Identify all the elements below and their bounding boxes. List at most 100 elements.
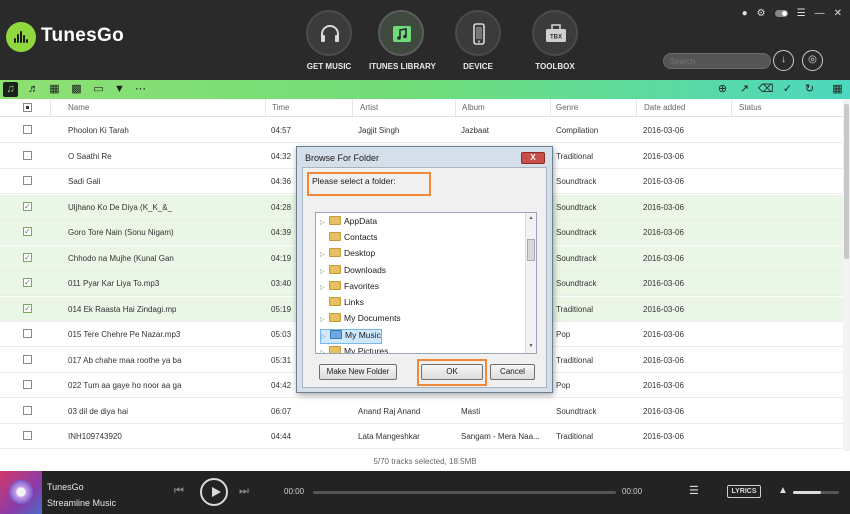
expand-arrow-icon[interactable]: ▷ bbox=[320, 251, 329, 258]
cell-genre: Traditional bbox=[556, 432, 594, 441]
music-note-icon[interactable]: ♫ bbox=[3, 82, 18, 97]
cell-name: Goro Tore Nain (Sonu Nigam) bbox=[68, 228, 174, 237]
user-icon[interactable]: ● bbox=[742, 8, 748, 19]
folder-tree[interactable]: ▷ AppData Contacts ▷ Desktop ▷ Downloads ▷ Favor… bbox=[315, 212, 537, 354]
previous-track-icon[interactable]: ⏮ bbox=[174, 485, 184, 498]
add-icon[interactable]: ⊕ bbox=[715, 82, 730, 97]
next-track-icon[interactable]: ⏭ bbox=[239, 485, 249, 498]
row-checkbox[interactable]: ✓ bbox=[23, 303, 32, 313]
scrollbar-thumb[interactable] bbox=[844, 104, 849, 259]
scroll-up-icon[interactable]: ▲ bbox=[526, 215, 536, 221]
folder-tree-item[interactable]: ▷ My Documents bbox=[320, 313, 401, 328]
mic-icon[interactable]: ▼ bbox=[112, 82, 127, 97]
export-icon[interactable]: ↗ bbox=[737, 82, 752, 97]
refresh-icon[interactable]: ↻ bbox=[802, 82, 817, 97]
expand-arrow-icon[interactable]: ▷ bbox=[320, 219, 329, 226]
cell-date: 2016-03-06 bbox=[643, 381, 684, 390]
cancel-button[interactable]: Cancel bbox=[490, 364, 535, 380]
table-scrollbar[interactable] bbox=[843, 99, 850, 451]
select-all-checkbox[interactable] bbox=[23, 103, 32, 112]
delete-icon[interactable]: ⌫ bbox=[758, 82, 774, 97]
nav-device[interactable]: DEVICE bbox=[446, 10, 510, 76]
play-button[interactable] bbox=[200, 478, 228, 506]
folder-tree-item[interactable]: ▷ My Pictures bbox=[320, 345, 388, 353]
expand-arrow-icon[interactable]: ▷ bbox=[320, 349, 329, 353]
folder-tree-item[interactable]: ▷ AppData bbox=[320, 216, 377, 231]
row-checkbox[interactable] bbox=[23, 329, 32, 338]
folder-icon bbox=[329, 345, 341, 353]
cell-date: 2016-03-06 bbox=[643, 279, 684, 288]
playlist-icon[interactable]: ♬ bbox=[26, 82, 41, 97]
expand-arrow-icon[interactable]: ▷ bbox=[320, 316, 329, 323]
table-row[interactable]: INH109743920 04:44 Lata Mangeshkar Sangam -… bbox=[0, 424, 843, 449]
minimize-icon[interactable]: — bbox=[815, 8, 825, 19]
podcast-icon[interactable]: ▩ bbox=[69, 82, 84, 97]
column-header-date-added[interactable]: Date added bbox=[644, 103, 685, 112]
folder-tree-item[interactable]: ▷ Favorites bbox=[320, 280, 379, 296]
cell-genre: Soundtrack bbox=[556, 406, 597, 416]
queue-list-icon[interactable]: ☰ bbox=[689, 484, 699, 497]
table-row[interactable]: 03 dil de diya hai 06:07 Anand Raj Anand Ma… bbox=[0, 398, 843, 424]
expand-arrow-icon[interactable]: ▷ bbox=[320, 268, 329, 275]
table-row[interactable]: Phoolon Ki Tarah 04:57 Jagjit Singh Jazbaat… bbox=[0, 118, 843, 143]
playback-progress-slider[interactable] bbox=[313, 491, 616, 494]
cell-time: 04:57 bbox=[271, 126, 292, 135]
folder-tree-scrollbar[interactable]: ▲ ▼ bbox=[525, 213, 536, 353]
row-checkbox[interactable] bbox=[23, 380, 32, 389]
cell-album: Sangam - Mera Naa... bbox=[461, 432, 540, 441]
column-header-status[interactable]: Status bbox=[739, 103, 762, 112]
scroll-down-icon[interactable]: ▼ bbox=[526, 343, 536, 349]
cell-date: 2016-03-06 bbox=[643, 355, 684, 365]
column-header-artist[interactable]: Artist bbox=[360, 103, 378, 112]
nav-itunes-library[interactable]: ITUNES LIBRARY bbox=[369, 10, 436, 76]
folder-tree-item[interactable]: ▷ My Music bbox=[320, 329, 382, 345]
cell-date: 2016-03-06 bbox=[643, 202, 684, 212]
cell-genre: Traditional bbox=[556, 355, 594, 365]
row-checkbox[interactable] bbox=[23, 431, 32, 440]
cell-name: 017 Ab chahe maa roothe ya ba bbox=[68, 355, 182, 365]
grid-view-icon[interactable]: ▦ bbox=[830, 82, 845, 97]
row-checkbox[interactable] bbox=[23, 176, 32, 185]
folder-tree-item[interactable]: Links bbox=[320, 297, 364, 312]
nav-toolbox[interactable]: TBX TOOLBOX bbox=[523, 10, 587, 76]
menu-icon[interactable]: ☰ bbox=[797, 8, 806, 19]
more-icon[interactable]: ⋯ bbox=[133, 82, 148, 97]
cell-album: Jazbaat bbox=[461, 126, 490, 135]
tv-icon[interactable]: ▭ bbox=[91, 82, 106, 97]
dialog-close-button[interactable]: X bbox=[521, 152, 545, 164]
column-header-genre[interactable]: Genre bbox=[556, 103, 578, 112]
row-checkbox[interactable]: ✓ bbox=[23, 252, 32, 262]
close-icon[interactable]: ✕ bbox=[834, 8, 842, 19]
row-checkbox[interactable] bbox=[23, 405, 32, 415]
volume-icon[interactable]: ▲ bbox=[778, 485, 788, 496]
row-checkbox[interactable]: ✓ bbox=[23, 201, 32, 211]
ok-button[interactable]: OK bbox=[421, 364, 483, 380]
nav-get-music[interactable]: GET MUSIC bbox=[297, 10, 361, 76]
row-checkbox[interactable]: ✓ bbox=[23, 227, 32, 236]
volume-slider[interactable] bbox=[793, 491, 839, 494]
expand-arrow-icon[interactable]: ▷ bbox=[321, 333, 330, 340]
film-icon[interactable]: ▦ bbox=[47, 82, 62, 97]
folder-tree-item[interactable]: Contacts bbox=[320, 232, 378, 247]
folder-tree-item[interactable]: ▷ Downloads bbox=[320, 264, 386, 280]
row-checkbox[interactable] bbox=[23, 150, 32, 160]
gear-icon[interactable]: ⚙ bbox=[757, 8, 766, 19]
column-header-album[interactable]: Album bbox=[462, 103, 485, 112]
cell-genre: Soundtrack bbox=[556, 228, 597, 237]
download-button[interactable]: ↓ bbox=[773, 50, 794, 71]
lyrics-button[interactable]: LYRICS bbox=[727, 485, 761, 498]
row-checkbox[interactable] bbox=[23, 125, 32, 134]
folder-tree-item[interactable]: ▷ Desktop bbox=[320, 248, 375, 263]
row-checkbox[interactable] bbox=[23, 354, 32, 364]
row-checkbox[interactable]: ✓ bbox=[23, 278, 32, 287]
search-input[interactable] bbox=[663, 53, 771, 69]
toggle-switch[interactable] bbox=[774, 9, 788, 17]
folder-tree-scroll-thumb[interactable] bbox=[527, 239, 535, 261]
volume-level bbox=[793, 491, 821, 494]
microphone-button[interactable]: ◎ bbox=[802, 50, 823, 71]
expand-arrow-icon[interactable]: ▷ bbox=[320, 284, 329, 291]
clean-icon[interactable]: ✓ bbox=[780, 82, 795, 97]
make-new-folder-button[interactable]: Make New Folder bbox=[319, 364, 397, 380]
column-header-time[interactable]: Time bbox=[272, 103, 289, 112]
column-header-name[interactable]: Name bbox=[68, 103, 89, 112]
